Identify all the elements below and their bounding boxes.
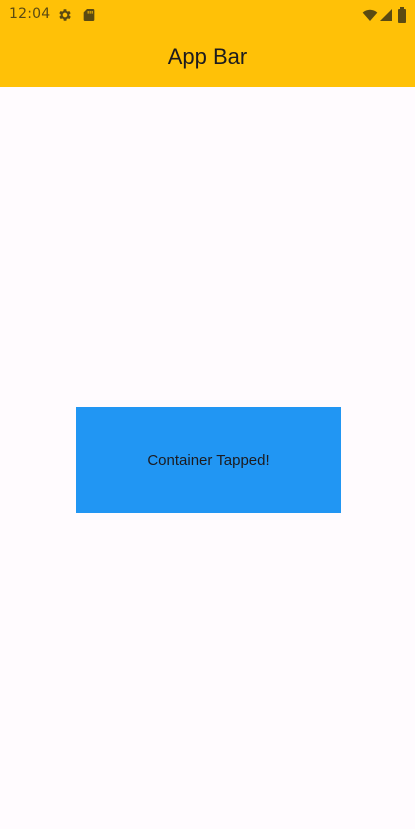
status-time: 12:04 — [9, 6, 51, 22]
wifi-icon — [362, 7, 378, 23]
sd-card-icon — [81, 7, 97, 23]
container-label: Container Tapped! — [147, 452, 270, 469]
tappable-container[interactable]: Container Tapped! — [76, 407, 341, 513]
app-bar: App Bar — [0, 30, 415, 87]
settings-icon — [57, 7, 73, 23]
cellular-signal-icon — [378, 7, 394, 23]
status-bar: 12:04 — [0, 0, 415, 30]
app-bar-title: App Bar — [167, 43, 248, 69]
battery-icon — [397, 7, 407, 23]
